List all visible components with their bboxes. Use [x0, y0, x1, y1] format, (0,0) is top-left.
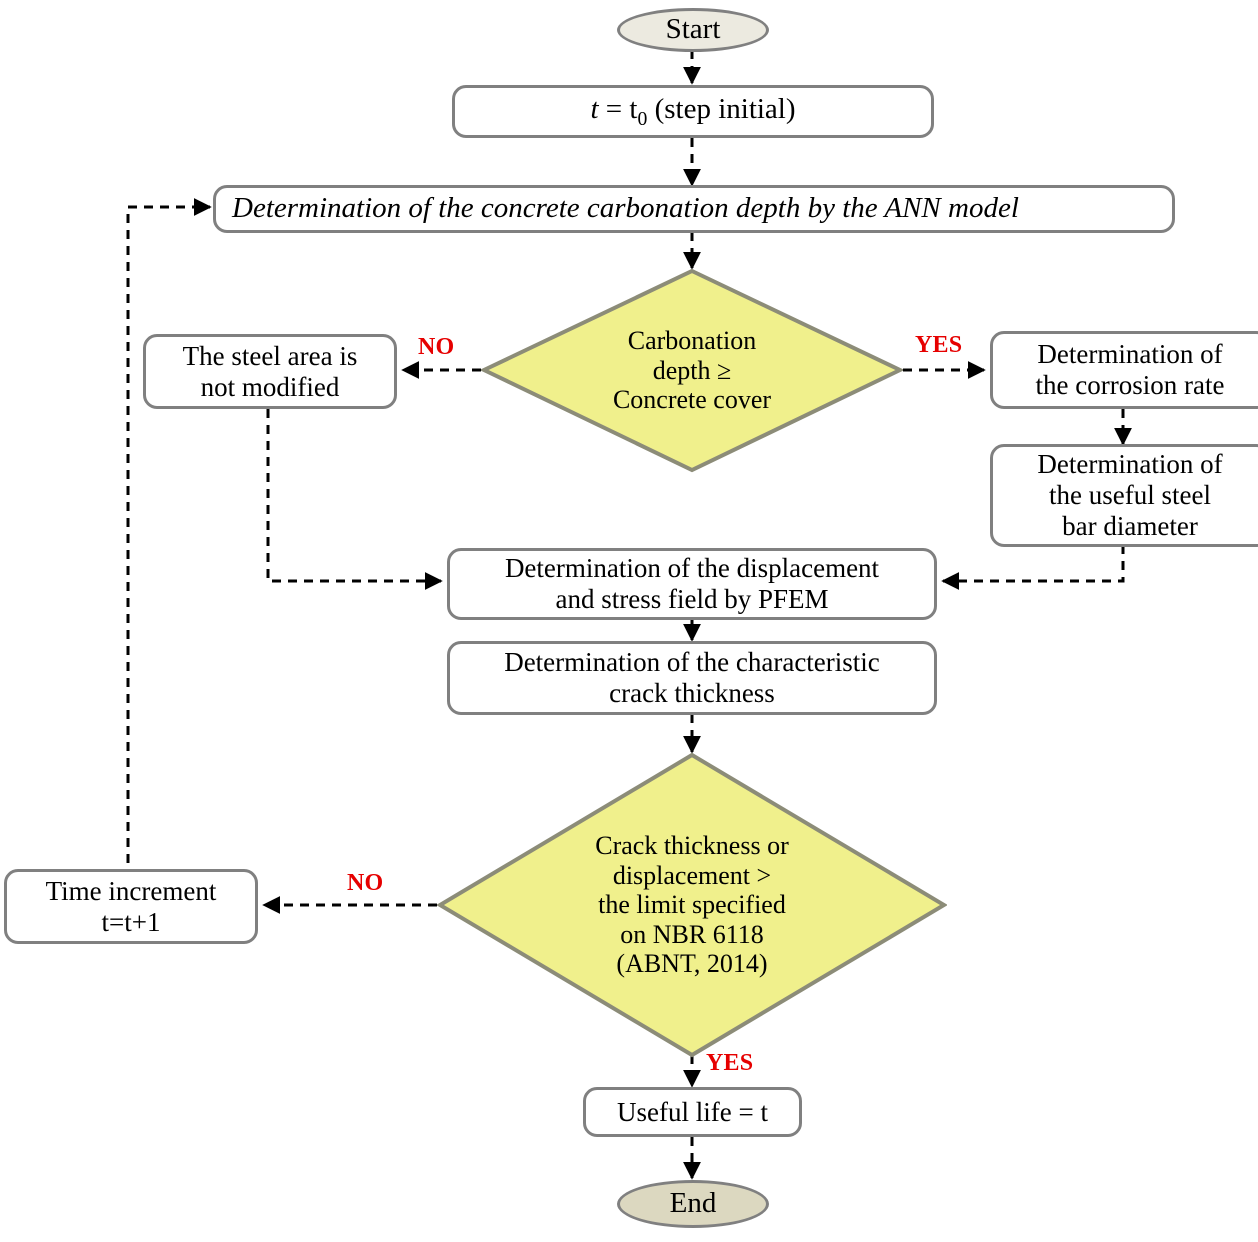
node-steel-area-not-modified-label: The steel area is not modified [183, 341, 358, 403]
node-end-label: End [669, 1187, 717, 1220]
pfem-line2: and stress field by PFEM [555, 584, 829, 614]
node-start[interactable]: Start [617, 8, 769, 52]
node-initial-step-label: t = t0 (step initial) [590, 93, 795, 130]
bar-diameter-line2: the useful steel [1049, 480, 1211, 511]
edge-time-increment-feedback [126, 198, 212, 879]
time-increment-line2: t=t+1 [101, 906, 161, 937]
node-end[interactable]: End [617, 1180, 769, 1228]
decision-crack-line5: (ABNT, 2014) [616, 949, 768, 979]
decision-carbonation-line2: depth ≥ [652, 355, 732, 385]
decision-crack-line2: displacement > [612, 860, 772, 890]
node-time-increment[interactable]: Time increment t=t+1 [4, 869, 258, 944]
steel-area-line2: not modified [200, 371, 340, 402]
bar-diameter-line3: bar diameter [1062, 510, 1198, 541]
node-time-increment-label: Time increment t=t+1 [46, 876, 217, 938]
edge-label-crack-no: NO [347, 870, 384, 896]
node-steel-bar-diameter-label: Determination of the useful steel bar di… [1037, 449, 1222, 541]
node-decision-crack-limit[interactable]: Crack thickness or displacement > the li… [437, 752, 947, 1058]
node-pfem-displacement-stress[interactable]: Determination of the displacement and st… [447, 548, 937, 620]
node-useful-life-label: Useful life = t [617, 1096, 768, 1127]
node-steel-area-not-modified[interactable]: The steel area is not modified [143, 334, 397, 409]
node-ann-carbonation-depth[interactable]: Determination of the concrete carbonatio… [213, 185, 1175, 233]
time-increment-line1: Time increment [45, 875, 217, 906]
node-initial-step[interactable]: t = t0 (step initial) [452, 85, 934, 138]
corrosion-rate-line1: Determination of [1037, 339, 1223, 370]
corrosion-rate-line2: the corrosion rate [1035, 370, 1225, 400]
node-corrosion-rate[interactable]: Determination of the corrosion rate [990, 331, 1258, 409]
edge-label-carbonation-no: NO [418, 334, 455, 360]
crack-thickness-line2: crack thickness [609, 678, 775, 708]
steel-area-line1: The steel area is [182, 340, 358, 371]
node-useful-life[interactable]: Useful life = t [583, 1087, 802, 1137]
bar-diameter-line1: Determination of [1037, 449, 1223, 480]
crack-thickness-line1: Determination of the characteristic [504, 647, 880, 678]
pfem-line1: Determination of the displacement [504, 553, 880, 584]
node-characteristic-crack-thickness[interactable]: Determination of the characteristic crac… [447, 641, 937, 715]
decision-crack-line4: on NBR 6118 [620, 919, 764, 949]
init-rest: (step initial) [647, 92, 796, 125]
decision-crack-line1: Crack thickness or [595, 830, 789, 860]
init-variable: t [590, 92, 599, 125]
node-ann-carbonation-depth-label: Determination of the concrete carbonatio… [232, 192, 1019, 225]
decision-carbonation-line1: Carbonation [627, 326, 757, 356]
node-corrosion-rate-label: Determination of the corrosion rate [1036, 339, 1225, 401]
node-decision-carbonation-label: Carbonation depth ≥ Concrete cover [613, 326, 771, 415]
flowchart-canvas: Start t = t0 (step initial) Determinatio… [0, 0, 1258, 1242]
node-characteristic-crack-thickness-label: Determination of the characteristic crac… [504, 647, 880, 709]
node-pfem-displacement-stress-label: Determination of the displacement and st… [505, 553, 879, 615]
edge-label-carbonation-yes: YES [915, 332, 963, 358]
decision-crack-line3: the limit specified [598, 890, 786, 920]
node-steel-bar-diameter[interactable]: Determination of the useful steel bar di… [990, 444, 1258, 547]
decision-carbonation-line3: Concrete cover [612, 385, 772, 415]
node-decision-carbonation[interactable]: Carbonation depth ≥ Concrete cover [481, 268, 903, 473]
node-decision-crack-limit-label: Crack thickness or displacement > the li… [595, 831, 789, 979]
node-start-label: Start [665, 13, 721, 46]
edge-diameter-to-pfem [941, 545, 1125, 590]
init-equals: = t [598, 92, 638, 125]
init-subscript: 0 [637, 107, 648, 130]
edge-steel-to-pfem [266, 409, 443, 590]
